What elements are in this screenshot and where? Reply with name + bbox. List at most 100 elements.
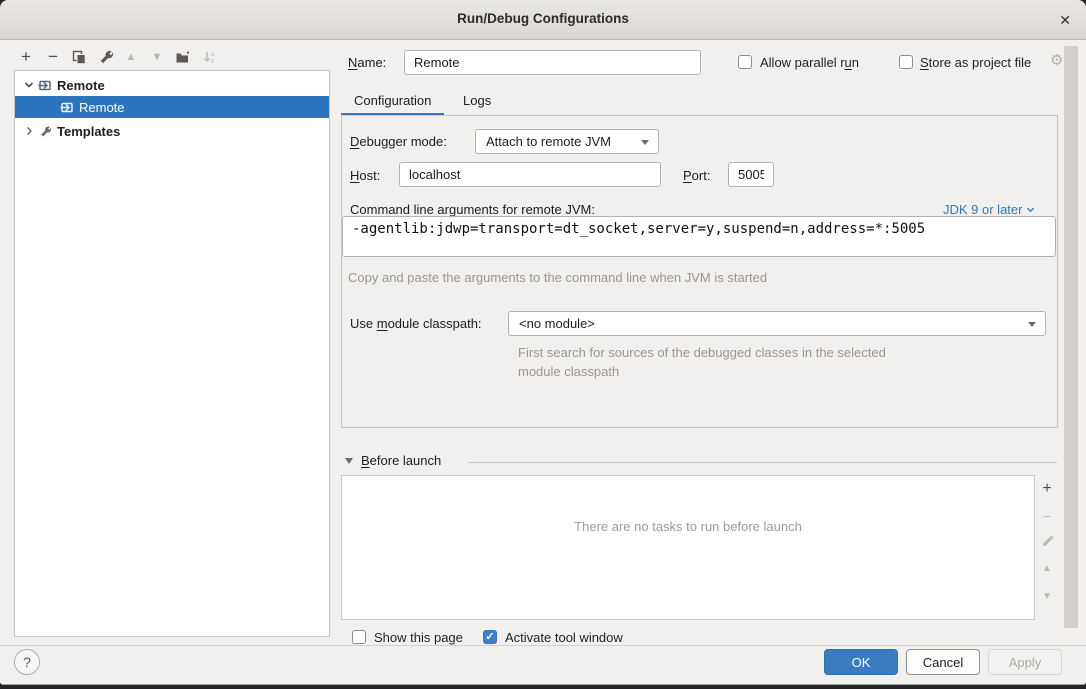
copy-icon (72, 50, 87, 65)
remote-config-icon (37, 77, 53, 93)
host-label: Host: (350, 168, 380, 183)
section-divider (468, 462, 1057, 463)
label-part: ommand line arguments for remote JVM: (359, 202, 595, 217)
label-part: efore launch (370, 453, 442, 468)
tree-item-remote-selected[interactable]: Remote (15, 96, 329, 118)
module-classpath-value: <no module> (519, 316, 595, 331)
chevron-down-icon[interactable] (21, 77, 37, 93)
module-classpath-select[interactable]: <no module> (508, 311, 1046, 336)
cancel-button[interactable]: Cancel (906, 649, 980, 675)
edit-task-button (1038, 532, 1056, 550)
debugger-mode-label: Debugger mode: (350, 134, 447, 149)
ok-button[interactable]: OK (824, 649, 898, 675)
vertical-scrollbar[interactable] (1064, 46, 1078, 628)
move-up-button: ▲ (120, 46, 142, 68)
question-mark-icon: ? (23, 654, 31, 670)
plus-icon: + (1042, 480, 1051, 498)
help-button[interactable]: ? (14, 649, 40, 675)
label-part: tore as project file (929, 55, 1032, 70)
label-part: D (350, 134, 359, 149)
activate-tool-window-checkbox[interactable]: ✓ (483, 630, 497, 644)
label-part: N (348, 55, 357, 70)
footer-divider (0, 645, 1086, 646)
label-part: P (683, 168, 692, 183)
tree-item-label: Remote (79, 100, 125, 115)
label-part: C (350, 202, 359, 217)
label-part: S (920, 55, 929, 70)
minus-icon: − (1043, 509, 1051, 524)
host-input[interactable] (399, 162, 661, 187)
command-line-hint: Copy and paste the arguments to the comm… (348, 270, 767, 285)
chevron-right-icon[interactable] (21, 123, 37, 139)
chevron-down-icon (1026, 205, 1035, 214)
command-line-arguments-label: Command line arguments for remote JVM: (350, 202, 595, 217)
activate-tool-window-label[interactable]: Activate tool window (505, 630, 623, 645)
store-as-project-file-checkbox[interactable] (899, 55, 913, 69)
arrow-up-icon: ▲ (126, 47, 137, 67)
remove-configuration-button[interactable]: − (42, 46, 64, 68)
new-folder-icon (175, 50, 192, 65)
store-as-project-file-label[interactable]: Store as project file (920, 55, 1031, 70)
chevron-down-icon (1028, 322, 1036, 327)
label-part: Allow parallel r (760, 55, 845, 70)
chevron-down-icon (641, 140, 649, 145)
edit-templates-button[interactable] (95, 46, 117, 68)
svg-text:z: z (211, 58, 214, 65)
label-part: u (845, 55, 852, 70)
port-label: Port: (683, 168, 710, 183)
run-debug-configurations-dialog: Run/Debug Configurations ✕ + − ▲ ▼ az Re… (0, 0, 1086, 685)
collapse-triangle-icon[interactable] (345, 458, 353, 464)
move-task-down-button: ▼ (1038, 587, 1056, 605)
label-part: ost: (359, 168, 380, 183)
sort-alphabetically-button: az (199, 46, 221, 68)
jdk-version-value: JDK 9 or later (943, 202, 1022, 217)
allow-parallel-run-label[interactable]: Allow parallel run (760, 55, 859, 70)
empty-task-list-text: There are no tasks to run before launch (341, 519, 1035, 534)
copy-configuration-button[interactable] (68, 46, 90, 68)
add-task-button[interactable]: + (1038, 480, 1056, 498)
label-part: ame: (357, 55, 386, 70)
label-part: B (361, 453, 370, 468)
minus-icon: − (48, 47, 58, 67)
label-part: Use (350, 316, 377, 331)
before-launch-title[interactable]: Before launch (361, 453, 441, 468)
label-part: m (377, 316, 388, 331)
tree-item-label: Remote (57, 78, 105, 93)
arrow-down-icon: ▼ (152, 47, 163, 67)
debugger-mode-select[interactable]: Attach to remote JVM (475, 129, 659, 154)
remove-task-button: − (1038, 507, 1056, 525)
label-part: n (852, 55, 859, 70)
check-icon: ✓ (485, 631, 494, 643)
tree-item-remote-group[interactable]: Remote (15, 74, 329, 96)
dialog-title: Run/Debug Configurations (0, 11, 1086, 26)
show-this-page-label[interactable]: Show this page (374, 630, 463, 645)
debugger-mode-value: Attach to remote JVM (486, 134, 611, 149)
new-folder-button[interactable] (172, 46, 194, 68)
name-input[interactable] (404, 50, 701, 75)
tree-item-templates[interactable]: Templates (15, 120, 329, 142)
pencil-icon (1041, 535, 1054, 548)
plus-icon: + (21, 47, 31, 67)
gear-icon[interactable]: ⚙ (1050, 51, 1063, 69)
add-configuration-button[interactable]: + (15, 46, 37, 68)
name-label: Name: (348, 55, 386, 70)
before-launch-task-list[interactable] (341, 475, 1035, 620)
svg-text:a: a (211, 51, 215, 58)
command-line-arguments-field[interactable]: -agentlib:jdwp=transport=dt_socket,serve… (342, 216, 1056, 257)
jdk-version-selector[interactable]: JDK 9 or later (943, 202, 1035, 217)
module-classpath-hint-line2: module classpath (518, 364, 619, 379)
use-module-classpath-label: Use module classpath: (350, 316, 482, 331)
page-options-row: Show this page ✓ Activate tool window (348, 629, 768, 645)
port-input[interactable] (728, 162, 774, 187)
close-icon[interactable]: ✕ (1059, 11, 1071, 29)
label-part: H (350, 168, 359, 183)
move-task-up-button: ▲ (1038, 559, 1056, 577)
wrench-icon (37, 123, 53, 139)
label-part: odule classpath: (388, 316, 482, 331)
module-classpath-hint-line1: First search for sources of the debugged… (518, 345, 886, 360)
tab-configuration[interactable]: Configuration (341, 88, 444, 116)
allow-parallel-run-checkbox[interactable] (738, 55, 752, 69)
show-this-page-checkbox[interactable] (352, 630, 366, 644)
tab-logs[interactable]: Logs (450, 88, 504, 113)
configurations-tree: Remote Remote Templates (14, 70, 330, 637)
